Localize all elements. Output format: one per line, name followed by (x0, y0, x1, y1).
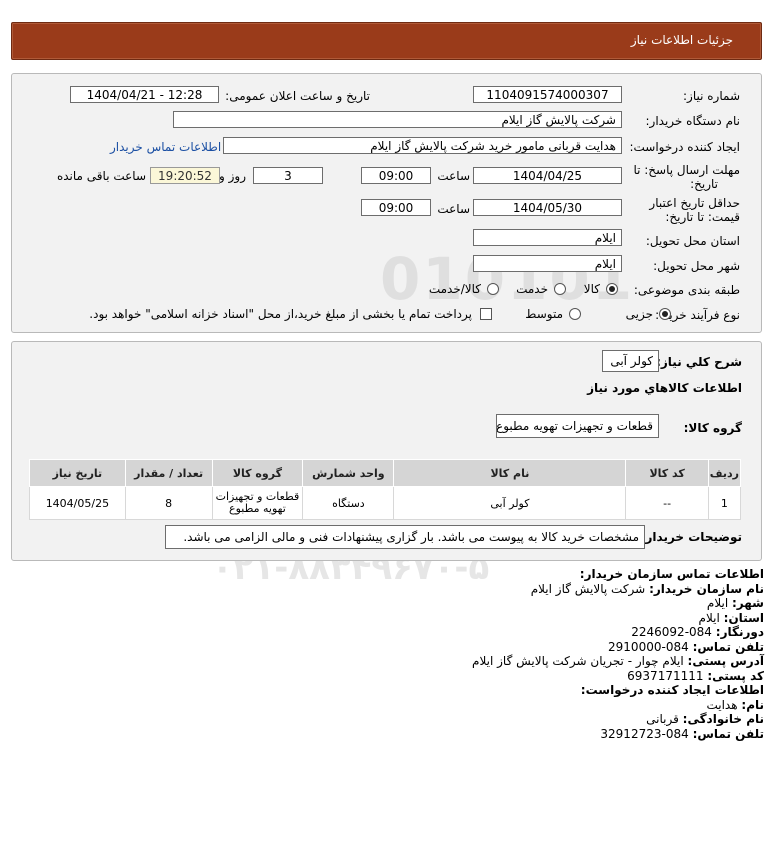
goods-info-title: اطلاعات کالاهاي مورد نياز (587, 381, 742, 395)
days-label: روز و (219, 169, 246, 183)
need-number-field: 1104091574000307 (473, 86, 622, 103)
contact-postal: کد پستی: 6937171111 (627, 668, 764, 683)
buyer-name-field: شرکت پالایش گاز ایلام (173, 111, 622, 128)
city-label: شهر محل تحویل: (653, 259, 740, 273)
cell-unit: دستگاه (302, 486, 395, 520)
buyer-name-label: نام دستگاه خریدار: (645, 114, 741, 128)
process-option-minor: جزیی (625, 307, 653, 321)
page-header: جزئیات اطلاعات نیاز (11, 22, 762, 60)
category-radio-goods-service[interactable] (487, 283, 499, 295)
contact-fax: دورنگار: 084-2246092 (631, 625, 764, 639)
validity-time-field: 09:00 (361, 199, 431, 216)
org-contact-title: اطلاعات تماس سازمان خریدار: (579, 567, 764, 581)
category-option-goods: کالا (583, 282, 600, 296)
announce-field: 1404/04/21 - 12:28 (70, 86, 219, 103)
category-radio-service[interactable] (554, 283, 566, 295)
buyer-notes-field: مشخصات خرید کالا به پیوست می باشد. بار گ… (165, 525, 645, 549)
creator-field: هدایت قربانی مامور خرید شرکت پالایش گاز … (223, 137, 622, 154)
contact-last-name: نام خانوادگی: قربانی (646, 712, 764, 726)
city-field: ایلام (473, 255, 622, 272)
days-field: 3 (253, 167, 323, 184)
contact-phone: تلفن تماس: 084-2910000 (608, 639, 764, 654)
process-option-medium: متوسط (525, 307, 563, 321)
contact-creator-phone: تلفن تماس: 084-32912723 (600, 726, 764, 741)
col-goods-group: گروه کالا (211, 459, 304, 487)
category-option-goods-service: کالا/خدمت (428, 282, 481, 296)
deadline-label: مهلت ارسال پاسخ: تا (633, 163, 740, 177)
cell-goods-code: -- (625, 486, 709, 520)
goods-table-header: ردیف کد کالا نام کالا واحد شمارش گروه کا… (29, 459, 742, 487)
payment-note: پرداخت تمام یا بخشی از مبلغ خرید،از محل … (89, 307, 472, 321)
process-radio-medium[interactable] (569, 308, 581, 320)
category-radio-goods[interactable] (606, 283, 618, 295)
creator-label: ایجاد کننده درخواست: (629, 140, 740, 154)
deadline-label-2: تاریخ: (690, 177, 718, 191)
deadline-date-field: 1404/04/25 (473, 167, 622, 184)
category-option-service: خدمت (516, 282, 548, 296)
buyer-contact-link[interactable]: اطلاعات تماس خریدار (110, 140, 221, 154)
remaining-label: ساعت باقی مانده (56, 169, 146, 183)
group-field: قطعات و تجهیزات تهویه مطبوع (496, 414, 659, 438)
buyer-notes-label: توضیحات خریدار: (640, 530, 742, 544)
contact-first-name: نام: هدایت (706, 697, 764, 712)
province-label: استان محل تحویل: (645, 234, 740, 248)
col-goods-code: کد کالا (625, 459, 709, 487)
page-title: جزئیات اطلاعات نیاز (630, 33, 733, 47)
goods-table: ردیف کد کالا نام کالا واحد شمارش گروه کا… (29, 459, 742, 520)
deadline-time-field: 09:00 (361, 167, 431, 184)
need-number-label: شماره نیاز: (683, 89, 740, 103)
summary-field: کولر آبی (602, 350, 659, 372)
group-label: گروه کالا: (683, 421, 742, 435)
col-goods-name: نام کالا (393, 459, 627, 487)
col-quantity: تعداد / مقدار (124, 459, 213, 487)
cell-goods-name: کولر آبی (393, 486, 627, 520)
col-row-number: ردیف (707, 459, 742, 487)
creator-contact-title: اطلاعات ایجاد کننده درخواست: (580, 683, 764, 697)
category-label: طبقه بندی موضوعی: (633, 283, 740, 297)
summary-label: شرح کلي نياز: (656, 355, 742, 369)
cell-need-date: 1404/05/25 (29, 486, 126, 520)
contact-buyer-name: نام سازمان خریدار: شرکت پالایش گاز ایلام (530, 581, 764, 596)
remaining-time: 19:20:52 (150, 167, 220, 184)
col-unit: واحد شمارش (302, 459, 395, 487)
table-row: 1 -- کولر آبی دستگاه قطعات و تجهیزات تهو… (29, 486, 742, 520)
deadline-time-label: ساعت (437, 169, 470, 183)
treasury-payment-checkbox[interactable] (480, 308, 492, 320)
contact-city: شهر: ایلام (706, 596, 764, 610)
announce-label: تاریخ و ساعت اعلان عمومی: (225, 89, 370, 103)
cell-row-number: 1 (707, 486, 742, 520)
cell-goods-group: قطعات و تجهیزات تهویه مطبوع (211, 486, 304, 520)
validity-date-field: 1404/05/30 (473, 199, 622, 216)
validity-label: حداقل تاریخ اعتبار (649, 196, 740, 210)
process-radio-minor[interactable] (659, 308, 671, 320)
col-need-date: تاریخ نیاز (29, 459, 126, 487)
contact-block: اطلاعات تماس سازمان خریدار: نام سازمان خ… (64, 567, 764, 741)
cell-quantity: 8 (124, 486, 213, 520)
validity-label-2: قیمت: تا تاریخ: (665, 210, 740, 224)
province-field: ایلام (473, 229, 622, 246)
contact-province: استان: ایلام (698, 610, 764, 625)
validity-time-label: ساعت (437, 202, 470, 216)
contact-address: آدرس پستی: ایلام چوار - تجریان شرکت پالا… (472, 654, 764, 668)
